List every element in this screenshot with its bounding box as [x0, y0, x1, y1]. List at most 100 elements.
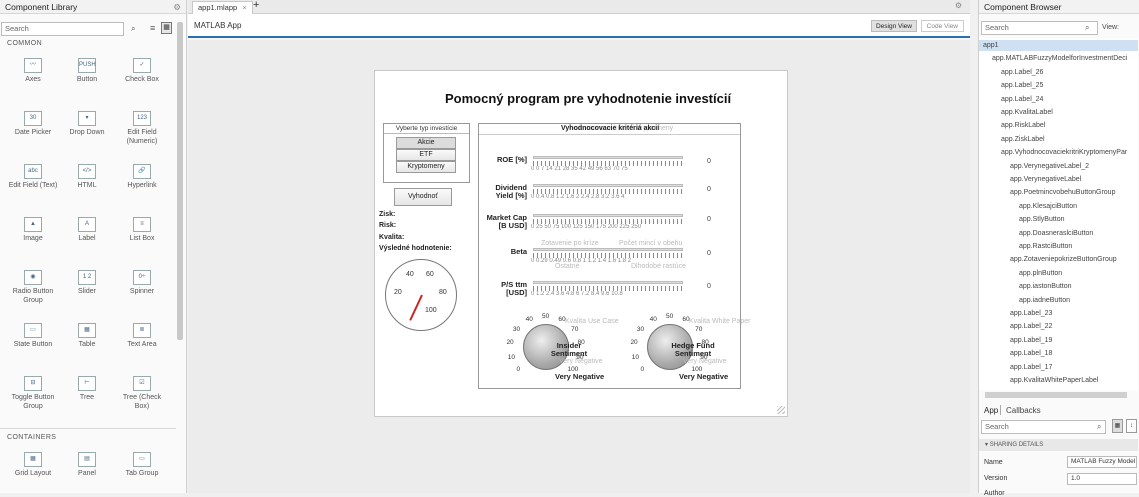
criteria-slider[interactable]: 0 0 7 14 21 28 35 42 49 56 63 70 75: [531, 154, 683, 172]
new-tab-icon[interactable]: +: [253, 0, 259, 11]
tree-node[interactable]: app.ZiskLabel: [979, 134, 1138, 145]
tree-node[interactable]: app.KvalitaWhitePaperLabel: [979, 375, 1138, 386]
group-view-icon[interactable]: ▦: [1112, 419, 1123, 433]
tree-node[interactable]: app.Label_26: [979, 67, 1138, 78]
library-item[interactable]: ▭ Tab Group: [116, 452, 168, 479]
app-figure[interactable]: Pomocný program pre vyhodnotenie investí…: [374, 70, 788, 417]
tree-node[interactable]: app.KvalitaUsecaseLabel: [979, 388, 1138, 390]
tab-app-properties[interactable]: App: [984, 406, 998, 415]
component-tree[interactable]: app1 app.MATLABFuzzyModelforInvestmentDec…: [979, 38, 1138, 390]
library-item[interactable]: ▭ State Button: [7, 323, 59, 350]
library-item[interactable]: 0÷ Spinner: [116, 270, 168, 297]
tree-node[interactable]: app.iastonButton: [979, 281, 1138, 292]
library-item[interactable]: 123 Edit Field (Numeric): [116, 111, 168, 146]
library-item-label: Text Area: [116, 341, 168, 350]
settings-icon[interactable]: ⚙: [173, 0, 181, 14]
close-tab-icon[interactable]: ×: [242, 3, 246, 12]
library-item[interactable]: ▾ Drop Down: [61, 111, 113, 138]
library-item[interactable]: ◉ Radio Button Group: [7, 270, 59, 305]
code-view-button[interactable]: Code View: [921, 20, 964, 32]
tree-node[interactable]: app1: [979, 40, 1138, 51]
tree-node[interactable]: app.Label_18: [979, 348, 1138, 359]
library-item[interactable]: ≣ Text Area: [116, 323, 168, 350]
view-label[interactable]: View:: [1102, 24, 1119, 31]
hedge-fund-sentiment-knob[interactable]: 0102030405060708090100Kvalita White Pape…: [627, 310, 717, 386]
tab-callbacks[interactable]: Callbacks: [1006, 406, 1041, 415]
library-item[interactable]: ▤ Panel: [61, 452, 113, 479]
list-view-icon[interactable]: ≡: [150, 23, 155, 33]
slider-value: 0: [707, 250, 711, 257]
library-item[interactable]: ▦ Grid Layout: [7, 452, 59, 479]
evaluate-button[interactable]: Vyhodnoť: [394, 188, 452, 206]
criteria-slider[interactable]: 0 0.4 0.8 1.2 1.6 2 2.4 2.8 3.2 3.6 4: [531, 182, 683, 200]
tree-horizontal-scrollbar[interactable]: [985, 392, 1127, 398]
gauge-tick-60: 60: [426, 271, 434, 278]
tree-node[interactable]: app.MATLABFuzzyModelforInvestmentDeci: [979, 53, 1138, 64]
tree-node-label: app.VerynegativeLabel_2: [1010, 163, 1089, 170]
browser-search-input[interactable]: Search: [981, 21, 1098, 35]
criteria-slider[interactable]: 0 0.29 0.49 0.6 0.8 1 1.2 1.4 1.6 1.8 2: [531, 246, 683, 264]
type-kryptomeny-button[interactable]: Kryptomeny: [396, 161, 456, 173]
library-item-icon: ≣: [133, 323, 151, 338]
insider-sentiment-knob[interactable]: 0102030405060708090100Kvalita Use Case I…: [503, 310, 593, 386]
library-item[interactable]: A Label: [61, 217, 113, 244]
criteria-slider[interactable]: 0 1.2 2.4 3.6 4.8 6 7.2 8.4 9.6 10.8: [531, 279, 683, 297]
criteria-slider[interactable]: 0 25 50 75 100 125 150 175 200 225 250: [531, 212, 683, 230]
library-item[interactable]: 〰 Axes: [7, 58, 59, 85]
library-item[interactable]: 🔗 Hyperlink: [116, 164, 168, 191]
type-akcie-button[interactable]: Akcie: [396, 137, 456, 149]
tree-node[interactable]: app.Label_23: [979, 308, 1138, 319]
resize-handle-icon[interactable]: [777, 406, 785, 414]
tree-node[interactable]: app.Label_17: [979, 362, 1138, 373]
tree-node[interactable]: app.Label_25: [979, 80, 1138, 91]
design-canvas[interactable]: Pomocný program pre vyhodnotenie investí…: [188, 40, 970, 493]
tree-node[interactable]: app.VyhodnocovaciekritriKryptomenyPar: [979, 147, 1138, 158]
library-item[interactable]: 30 Date Picker: [7, 111, 59, 138]
library-item[interactable]: ☑ Tree (Check Box): [116, 376, 168, 411]
tree-node[interactable]: app.PoetmincvobehuButtonGroup: [979, 187, 1138, 198]
library-item[interactable]: 1 2 Slider: [61, 270, 113, 297]
library-item[interactable]: ▦ Table: [61, 323, 113, 350]
design-view-button[interactable]: Design View: [871, 20, 917, 32]
tree-node[interactable]: app.VerynegativeLabel_2: [979, 161, 1138, 172]
tree-node[interactable]: app.RiskLabel: [979, 120, 1138, 131]
tree-node[interactable]: app.DoasneraslciButton: [979, 228, 1138, 239]
sort-icon[interactable]: ↕: [1126, 419, 1137, 433]
tab-app1[interactable]: app1.mlapp ×: [192, 1, 253, 14]
tree-node[interactable]: app.plnButton: [979, 268, 1138, 279]
property-search-input[interactable]: Search: [981, 420, 1106, 434]
tree-node[interactable]: app.KlesajciButton: [979, 201, 1138, 212]
name-field[interactable]: MATLAB Fuzzy Model: [1067, 456, 1137, 468]
library-item[interactable]: ≡ List Box: [116, 217, 168, 244]
editor-settings-icon[interactable]: ⚙: [955, 1, 962, 10]
library-item[interactable]: abc Edit Field (Text): [7, 164, 59, 191]
library-item[interactable]: ▲ Image: [7, 217, 59, 244]
library-item[interactable]: ✓ Check Box: [116, 58, 168, 85]
library-item-icon: 30: [24, 111, 42, 126]
library-item[interactable]: ⊢ Tree: [61, 376, 113, 403]
tree-node[interactable]: app.Label_22: [979, 321, 1138, 332]
slider-label: Market Cap [B USD]: [485, 214, 527, 230]
tree-node[interactable]: app.StlyButton: [979, 214, 1138, 225]
version-field[interactable]: 1.0: [1067, 473, 1137, 485]
tree-node[interactable]: app.ZotaveniepokrizeButtonGroup: [979, 254, 1138, 265]
tree-node[interactable]: app.Label_19: [979, 335, 1138, 346]
tree-node[interactable]: app.KvalitaLabel: [979, 107, 1138, 118]
tree-node[interactable]: app.VerynegativeLabel: [979, 174, 1138, 185]
investment-type-group[interactable]: Vyberte typ investície Akcie ETF Kryptom…: [383, 123, 470, 183]
library-scrollbar[interactable]: [177, 22, 183, 340]
tree-node[interactable]: app.Label_24: [979, 94, 1138, 105]
risk-label: Risk:: [379, 222, 396, 229]
sharing-details-header[interactable]: ▾ SHARING DETAILS: [979, 439, 1138, 451]
tree-node[interactable]: app.RastciButton: [979, 241, 1138, 252]
tree-node[interactable]: app.iadneButton: [979, 295, 1138, 306]
type-etf-button[interactable]: ETF: [396, 149, 456, 161]
grid-view-icon[interactable]: ▦: [161, 22, 172, 34]
component-search-input[interactable]: Search: [1, 22, 124, 36]
library-item[interactable]: ⊟ Toggle Button Group: [7, 376, 59, 411]
library-item[interactable]: PUSH Button: [61, 58, 113, 85]
ghost-label-0: Zotavenie po kríze: [541, 240, 599, 247]
criteria-panel[interactable]: Vyhodnocovacie kritériá kryptomeny Vyhod…: [478, 123, 741, 389]
library-item[interactable]: </> HTML: [61, 164, 113, 191]
tree-node-label: app.KvalitaWhitePaperLabel: [1010, 377, 1098, 384]
